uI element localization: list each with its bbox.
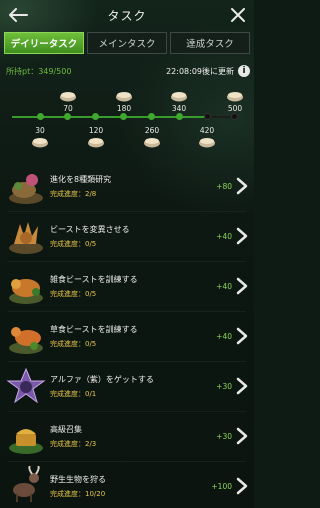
chest-icon[interactable]	[143, 136, 161, 148]
task-progress-value: 0/5	[85, 340, 97, 348]
tab-achievement[interactable]: 達成タスク	[170, 32, 250, 54]
header-bar: タスク	[0, 0, 254, 30]
chevron-right-icon[interactable]	[236, 477, 248, 495]
chest-icon[interactable]	[226, 90, 244, 102]
task-progress: 完成進度：0/5	[50, 339, 96, 349]
task-reward: +40	[216, 332, 232, 341]
task-reward: +30	[216, 432, 232, 441]
task-reward: +80	[216, 182, 232, 191]
tab-main[interactable]: メインタスク	[87, 32, 167, 54]
milestone-label: 420	[199, 126, 215, 135]
task-progress: 完成進度：0/5	[50, 289, 96, 299]
close-icon	[231, 8, 245, 22]
milestone-label: 30	[35, 126, 45, 135]
milestone-label: 120	[88, 126, 104, 135]
milestone-label: 340	[171, 104, 187, 113]
milestone-node	[204, 113, 211, 120]
task-progress-value: 2/8	[85, 190, 97, 198]
task-reward: +40	[216, 282, 232, 291]
chevron-right-icon[interactable]	[236, 377, 248, 395]
task-progress: 完成進度：10/20	[50, 489, 105, 499]
task-name: アルファ（紫）をゲットする	[50, 375, 154, 384]
chest-icon[interactable]	[87, 136, 105, 148]
task-row[interactable]: 雑食ビーストを訓練する 完成進度：0/5 +40	[0, 262, 254, 312]
task-name: 野生生物を狩る	[50, 475, 106, 484]
milestone-label: 500	[227, 104, 243, 113]
milestone-node	[176, 113, 183, 120]
task-name: ビーストを変異させる	[50, 225, 130, 234]
milestone-label: 70	[63, 104, 73, 113]
task-reward: +30	[216, 382, 232, 391]
page-title: タスク	[107, 8, 147, 23]
task-progress-value: 0/5	[85, 290, 97, 298]
task-progress: 完成進度：0/5	[50, 239, 96, 249]
back-button[interactable]	[6, 6, 30, 24]
back-arrow-icon	[9, 8, 28, 22]
chest-icon[interactable]	[170, 90, 188, 102]
task-reward: +100	[211, 482, 232, 491]
task-row[interactable]: 進化を8種類研究 完成進度：2/8 +80	[0, 162, 254, 212]
task-progress-label: 完成進度：	[50, 240, 85, 248]
task-progress-label: 完成進度：	[50, 440, 85, 448]
info-icon[interactable]: i	[238, 65, 250, 77]
task-name: 雑食ビーストを訓練する	[50, 275, 138, 284]
spiky-beast-icon	[9, 222, 43, 254]
task-progress-value: 0/1	[85, 390, 97, 398]
task-progress-value: 10/20	[85, 490, 106, 498]
tab-daily[interactable]: デイリータスク	[4, 32, 84, 54]
task-progress: 完成進度：2/8	[50, 189, 96, 199]
task-row[interactable]: 草食ビーストを訓練する 完成進度：0/5 +40	[0, 312, 254, 362]
milestone-node	[37, 113, 44, 120]
chest-icon[interactable]	[31, 136, 49, 148]
task-row[interactable]: 高級召集 完成進度：2/3 +30	[0, 412, 254, 462]
task-progress-label: 完成進度：	[50, 490, 85, 498]
milestone-label: 260	[144, 126, 160, 135]
chest-icon[interactable]	[198, 136, 216, 148]
summon-chest-icon	[9, 429, 43, 454]
task-reward: +40	[216, 232, 232, 241]
chevron-right-icon[interactable]	[236, 427, 248, 445]
alpha-star-icon	[6, 367, 46, 404]
task-progress: 完成進度：2/3	[50, 439, 96, 449]
task-name: 進化を8種類研究	[50, 175, 112, 184]
milestone-node	[231, 113, 238, 120]
close-button[interactable]	[228, 5, 248, 25]
task-name: 草食ビーストを訓練する	[50, 325, 138, 334]
chevron-right-icon[interactable]	[236, 177, 248, 195]
task-progress-label: 完成進度：	[50, 340, 85, 348]
chevron-right-icon[interactable]	[236, 227, 248, 245]
points-label: 所持pt：349/500	[6, 67, 72, 76]
progress-track: 70 180 340 500 30 120 260 420	[0, 84, 254, 154]
tab-bar: デイリータスク メインタスク 達成タスク	[4, 32, 250, 54]
task-row[interactable]: ビーストを変異させる 完成進度：0/5 +40	[0, 212, 254, 262]
task-row[interactable]: 野生生物を狩る 完成進度：10/20 +100	[0, 462, 254, 508]
task-progress-label: 完成進度：	[50, 390, 85, 398]
task-row[interactable]: アルファ（紫）をゲットする 完成進度：0/1 +30	[0, 362, 254, 412]
milestone-node	[92, 113, 99, 120]
chevron-right-icon[interactable]	[236, 277, 248, 295]
wild-goat-icon	[13, 466, 40, 502]
herbivore-beast-icon	[9, 327, 43, 354]
chest-icon[interactable]	[115, 90, 133, 102]
task-progress-value: 2/3	[85, 440, 97, 448]
omnivore-beast-icon	[9, 279, 43, 304]
task-progress-label: 完成進度：	[50, 290, 85, 298]
task-name: 高級召集	[50, 425, 82, 434]
chest-icon[interactable]	[59, 90, 77, 102]
chevron-right-icon[interactable]	[236, 327, 248, 345]
milestone-node	[148, 113, 155, 120]
milestone-node	[120, 113, 127, 120]
points-row: 所持pt：349/500 22:08:09後に更新 i	[6, 65, 250, 78]
milestone-label: 180	[116, 104, 132, 113]
task-progress-label: 完成進度：	[50, 190, 85, 198]
reset-timer: 22:08:09後に更新	[166, 67, 234, 76]
dna-beast-icon	[9, 174, 43, 204]
milestone-node	[64, 113, 71, 120]
task-progress: 完成進度：0/1	[50, 389, 96, 399]
task-progress-value: 0/5	[85, 240, 97, 248]
